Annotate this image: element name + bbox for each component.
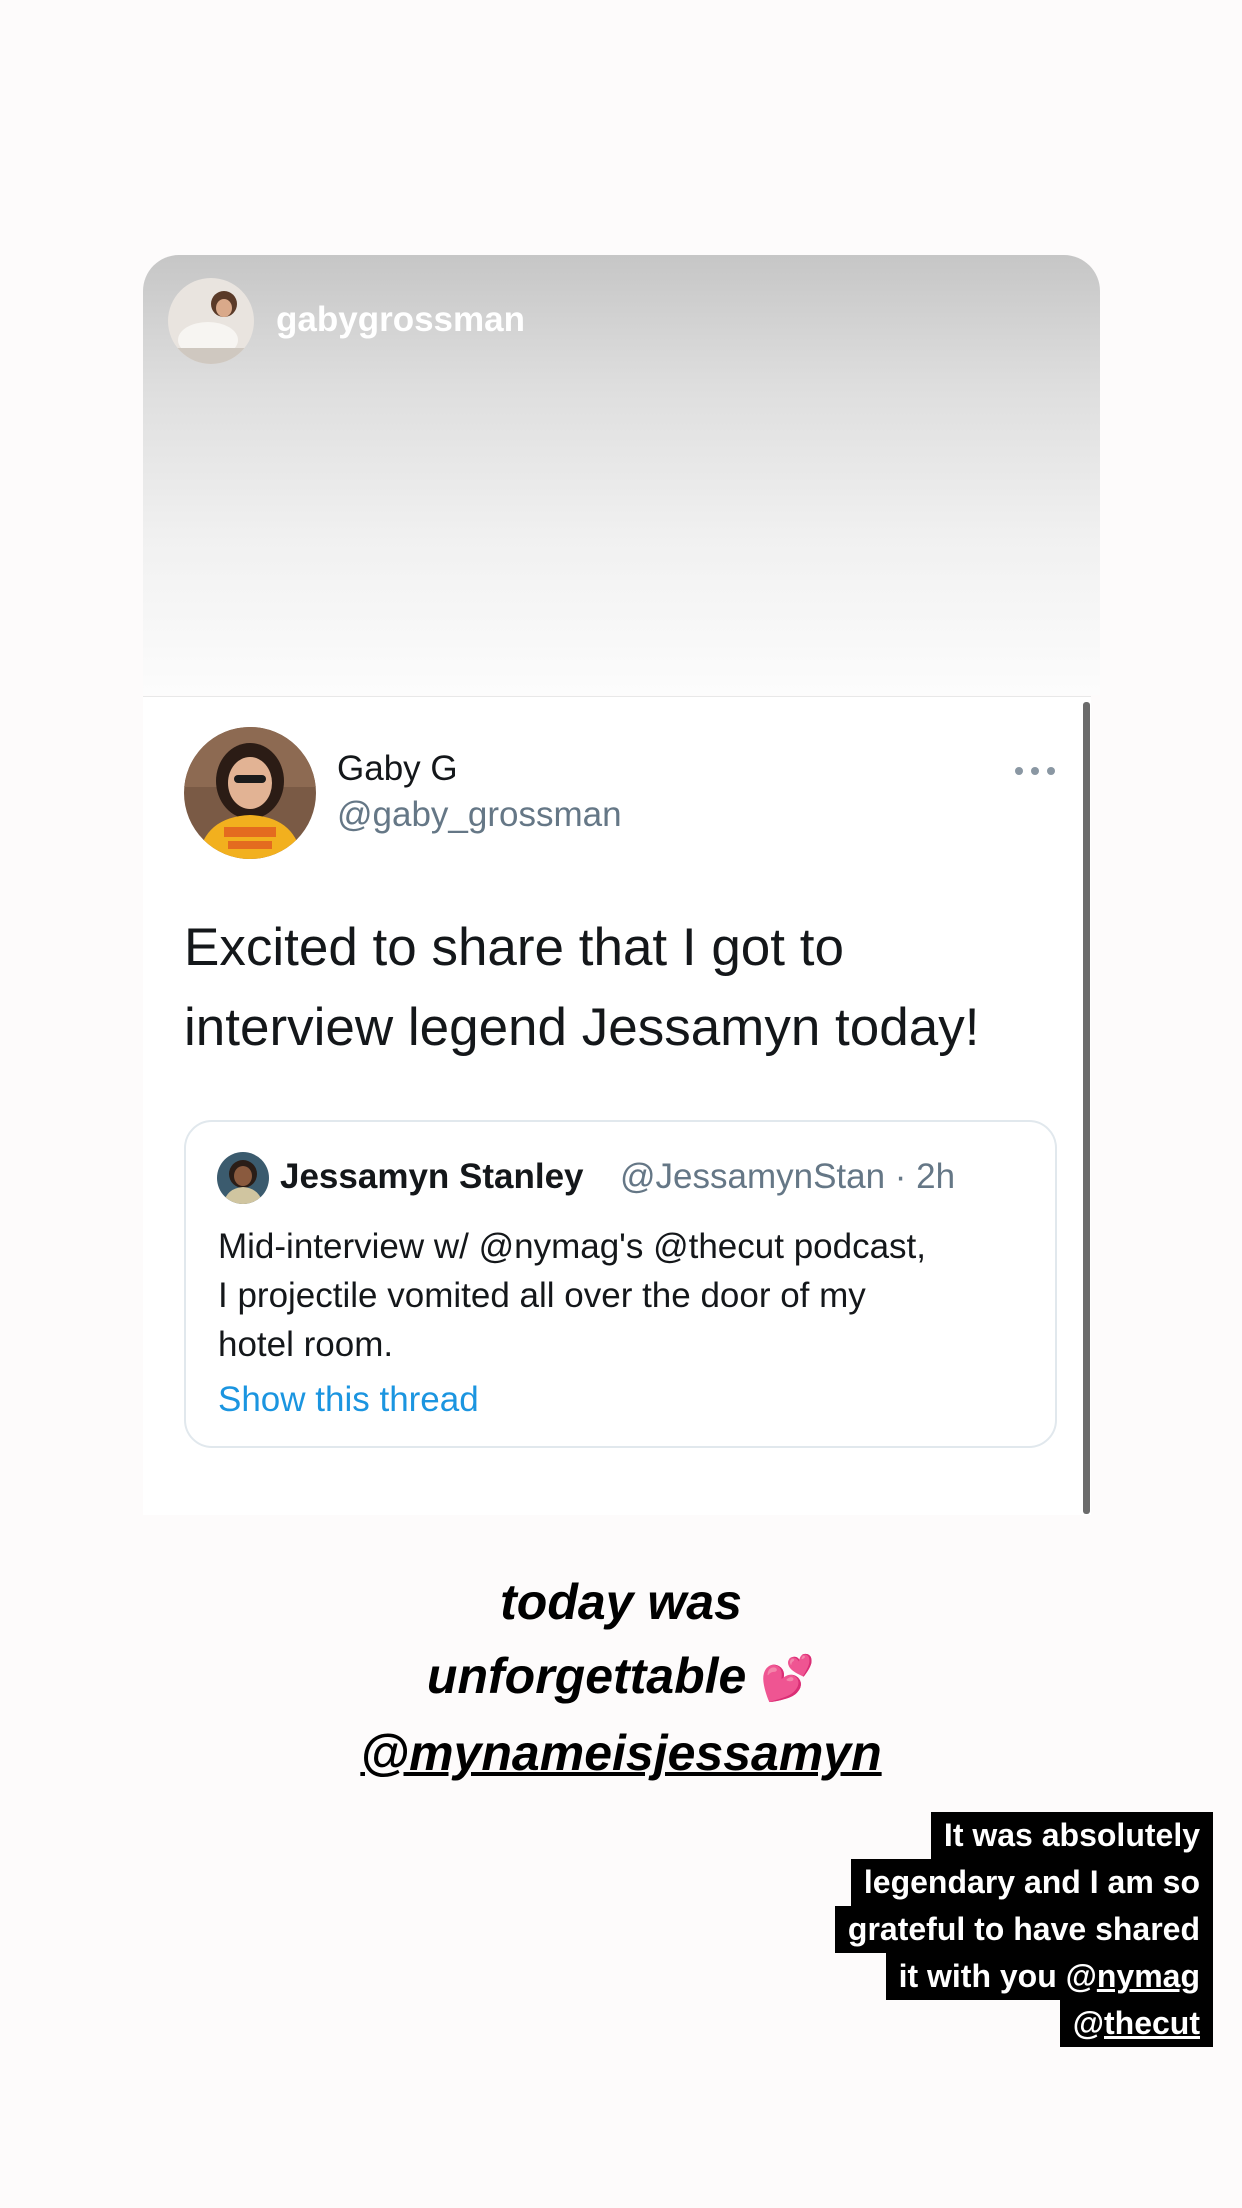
reply-line-4: it with you @nymag xyxy=(885,1953,1213,2000)
reply-line-5: @thecut xyxy=(1059,2000,1213,2047)
thecut-mention-link[interactable]: thecut xyxy=(1104,2005,1200,2041)
caption-line-2: unforgettable 💕 xyxy=(426,1648,816,1704)
tweet-author-name[interactable]: Gaby G xyxy=(337,749,458,789)
nymag-mention-link[interactable]: nymag xyxy=(1097,1958,1200,1994)
show-thread-link[interactable]: Show this thread xyxy=(218,1380,479,1420)
caption-line-1: today was xyxy=(500,1574,742,1630)
reply-text-sticker: It was absolutely legendary and I am so … xyxy=(753,1812,1213,2047)
scrollbar[interactable] xyxy=(1083,702,1090,1514)
reply-line-3: grateful to have shared xyxy=(834,1906,1213,1953)
quoted-tweet-avatar xyxy=(217,1152,269,1204)
tweet-text: Excited to share that I got to interview… xyxy=(184,918,980,1057)
tweet-avatar[interactable] xyxy=(184,727,316,859)
story-username[interactable]: gabygrossman xyxy=(276,300,525,340)
reply-line-2: legendary and I am so xyxy=(850,1859,1213,1906)
quoted-tweet-text: Mid-interview w/ @nymag's @thecut podcas… xyxy=(218,1227,926,1364)
story-avatar[interactable] xyxy=(168,278,254,364)
caption-mention-link[interactable]: @mynameisjessamyn xyxy=(360,1725,881,1781)
quoted-tweet-name: Jessamyn Stanley xyxy=(280,1157,584,1196)
story-caption: today was unforgettable 💕 @mynameisjessa… xyxy=(0,1565,1242,1790)
more-horizontal-icon[interactable] xyxy=(1015,765,1055,777)
tweet-author-handle[interactable]: @gaby_grossman xyxy=(337,795,622,835)
heart-emoji-icon: 💕 xyxy=(760,1654,816,1703)
reply-line-1: It was absolutely xyxy=(930,1812,1213,1859)
quoted-tweet-handle-time: @JessamynStan · 2h xyxy=(620,1157,956,1196)
